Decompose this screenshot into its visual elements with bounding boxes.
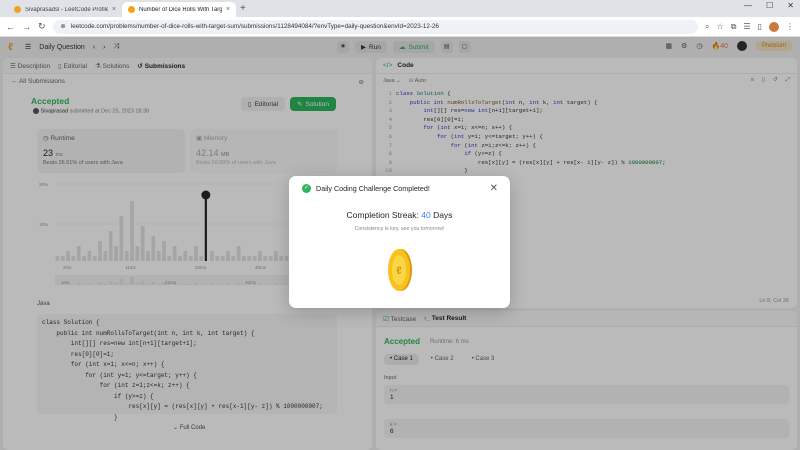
close-tab-icon[interactable]: × [112, 6, 116, 13]
window-close-icon[interactable]: ✕ [787, 1, 794, 10]
browser-tab-problem[interactable]: Number of Dice Rolls With Target × [122, 2, 236, 17]
new-tab-icon[interactable]: + [240, 2, 246, 17]
svg-text:ℓ: ℓ [396, 265, 401, 277]
modal-title: ✓ Daily Coding Challenge Completed! [302, 184, 430, 193]
completion-streak: Completion Streak: 40 Days [289, 210, 510, 220]
url-field[interactable]: ⊜ leetcode.com/problems/number-of-dice-r… [52, 19, 699, 34]
browser-tab-profile[interactable]: Sivaprasadsl - LeetCode Profile × [8, 2, 122, 17]
tab-title: Sivaprasadsl - LeetCode Profile [25, 6, 108, 13]
extensions-icon[interactable]: ⧉ [731, 22, 737, 32]
maximize-icon[interactable]: ☐ [766, 1, 773, 10]
leetcode-favicon [14, 6, 21, 13]
profile-avatar[interactable] [769, 21, 779, 32]
browser-tab-strip: Sivaprasadsl - LeetCode Profile × Number… [0, 0, 800, 17]
tab-title: Number of Dice Rolls With Target [139, 6, 222, 13]
address-bar: ← → ↻ ⊜ leetcode.com/problems/number-of-… [0, 17, 800, 37]
minimize-icon[interactable]: — [744, 1, 752, 10]
site-info-icon[interactable]: ⊜ [61, 23, 66, 30]
url-text: leetcode.com/problems/number-of-dice-rol… [70, 23, 439, 30]
forward-icon[interactable]: → [22, 22, 31, 32]
reading-list-icon[interactable]: ☰ [743, 22, 750, 31]
modal-title-text: Daily Coding Challenge Completed! [316, 184, 430, 193]
consistency-message: Consistency is key, see you tomorrow! [354, 226, 445, 232]
bookmark-star-icon[interactable]: ☆ [717, 22, 724, 31]
zoom-icon[interactable]: ⌕ [705, 22, 709, 32]
close-tab-icon[interactable]: × [226, 6, 230, 13]
daily-challenge-modal: ✓ Daily Coding Challenge Completed! ✕ Co… [289, 176, 510, 308]
streak-unit: Days [433, 210, 453, 220]
check-circle-icon: ✓ [302, 184, 311, 193]
gold-coin-icon: ℓ [388, 249, 412, 291]
leetcode-favicon [128, 6, 135, 13]
window-controls: — ☐ ✕ [744, 1, 794, 10]
close-icon[interactable]: ✕ [490, 183, 498, 194]
streak-value: 40 [421, 210, 431, 220]
sidebar-icon[interactable]: ▯ [758, 22, 762, 31]
browser-menu-icon[interactable]: ⋮ [786, 22, 794, 31]
back-icon[interactable]: ← [6, 22, 15, 32]
reload-icon[interactable]: ↻ [38, 21, 46, 32]
streak-label: Completion Streak: [346, 210, 419, 220]
